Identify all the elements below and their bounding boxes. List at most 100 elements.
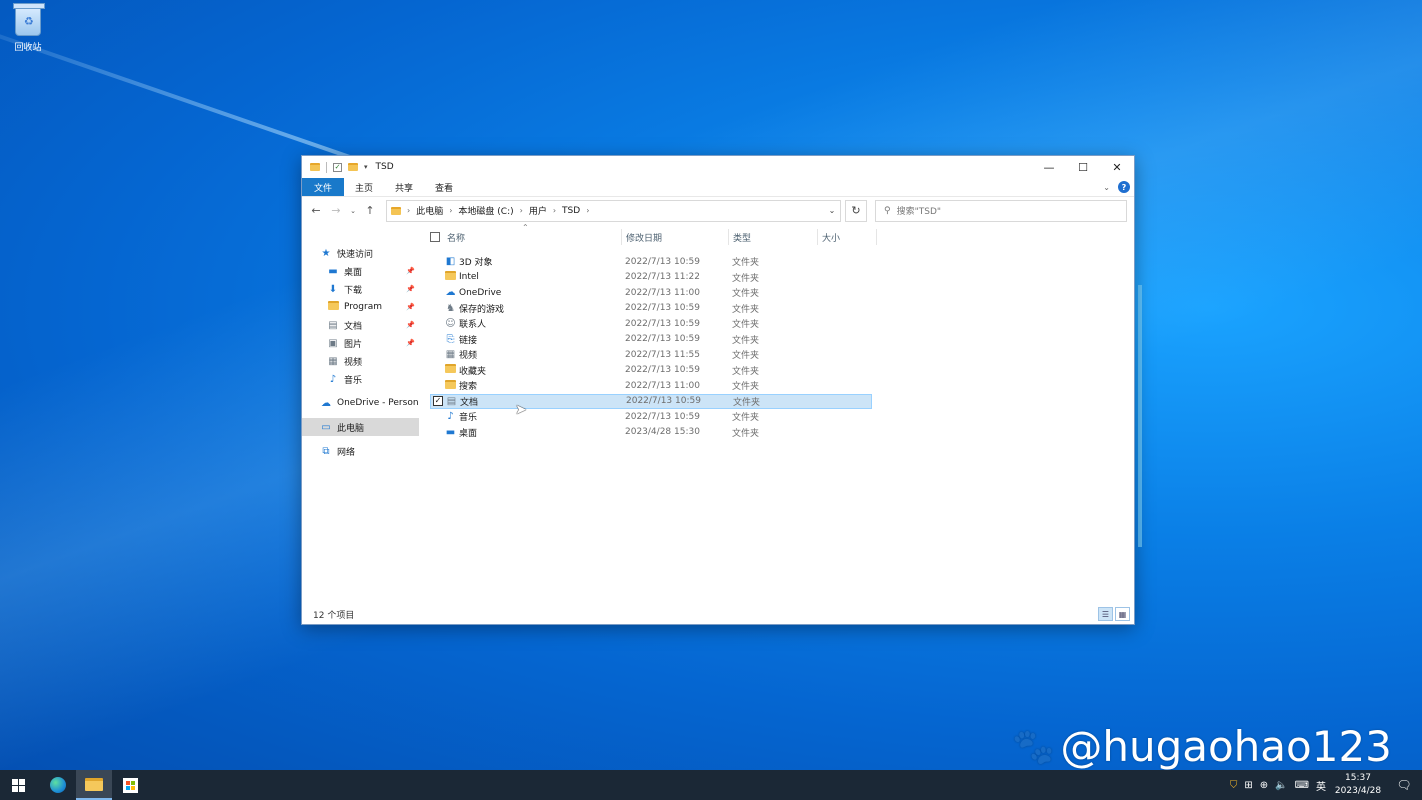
table-row[interactable]: Intel 2022/7/13 11:22 文件夹 bbox=[430, 270, 872, 286]
file-name: Intel bbox=[459, 272, 479, 283]
cloud-icon: ☁ bbox=[445, 287, 456, 299]
clock[interactable]: 15:37 2023/4/28 bbox=[1333, 772, 1383, 798]
start-button[interactable] bbox=[0, 770, 36, 800]
taskbar-store-button[interactable] bbox=[112, 770, 148, 800]
refresh-button[interactable]: ↻ bbox=[845, 199, 867, 222]
breadcrumb-separator[interactable]: › bbox=[520, 206, 523, 215]
help-icon[interactable]: ? bbox=[1118, 181, 1130, 193]
folder-icon bbox=[391, 206, 401, 215]
nav-item-downloads[interactable]: ⬇ 下载 📌 bbox=[302, 280, 419, 298]
breadcrumb-separator[interactable]: › bbox=[449, 206, 452, 215]
breadcrumb-separator[interactable]: › bbox=[407, 206, 410, 215]
nav-item-label: 网络 bbox=[337, 447, 356, 458]
address-dropdown-icon[interactable]: ⌄ bbox=[824, 206, 840, 215]
recent-locations-button[interactable]: ⌄ bbox=[348, 207, 358, 215]
column-divider[interactable] bbox=[817, 229, 818, 245]
breadcrumb-separator[interactable]: › bbox=[553, 206, 556, 215]
nav-item-quick-access[interactable]: ★ 快速访问 bbox=[302, 244, 419, 262]
volume-icon[interactable]: 🔈 bbox=[1275, 780, 1287, 791]
tab-share[interactable]: 共享 bbox=[384, 178, 424, 196]
breadcrumb-local-disk[interactable]: 本地磁盘 (C:) bbox=[458, 204, 513, 217]
tab-file[interactable]: 文件 bbox=[302, 178, 345, 196]
table-row[interactable]: ⎘ 链接 2022/7/13 10:59 文件夹 bbox=[430, 332, 872, 348]
ime-indicator[interactable]: 英 bbox=[1316, 778, 1326, 793]
nav-item-pictures[interactable]: ▣ 图片 📌 bbox=[302, 334, 419, 352]
table-row[interactable]: ▬ 桌面 2023/4/28 15:30 文件夹 bbox=[430, 425, 872, 441]
column-type[interactable]: 类型 bbox=[733, 231, 751, 244]
security-shield-icon[interactable]: ⛉ bbox=[1230, 780, 1238, 791]
taskbar-file-explorer-button[interactable] bbox=[76, 770, 112, 800]
tab-view[interactable]: 查看 bbox=[424, 178, 464, 196]
table-row[interactable]: ▦ 视频 2022/7/13 11:55 文件夹 bbox=[430, 347, 872, 363]
row-checkbox-checked[interactable]: ✓ bbox=[433, 396, 443, 407]
file-type: 文件夹 bbox=[732, 304, 760, 315]
nav-item-label: 文档 bbox=[344, 321, 363, 332]
desktop-icon-recycle-bin[interactable]: ♻ 回收站 bbox=[8, 3, 48, 53]
saved-games-icon: ♞ bbox=[446, 302, 455, 314]
nav-item-this-pc[interactable]: ▭ 此电脑 bbox=[302, 418, 419, 436]
file-date: 2022/7/13 10:59 bbox=[625, 411, 700, 422]
select-all-checkbox[interactable] bbox=[430, 232, 440, 242]
forward-button[interactable]: → bbox=[328, 204, 344, 217]
keyboard-icon[interactable]: ⌨ bbox=[1295, 780, 1309, 791]
desktop-icon: ▬ bbox=[328, 265, 338, 277]
close-button[interactable]: ✕ bbox=[1100, 156, 1134, 178]
table-row-selected[interactable]: ✓ ▤ 文档 2022/7/13 10:59 文件夹 bbox=[430, 393, 872, 409]
file-name: 搜索 bbox=[459, 382, 478, 393]
address-bar[interactable]: › 此电脑 › 本地磁盘 (C:) › 用户 › TSD › ⌄ bbox=[386, 199, 841, 222]
up-button[interactable]: ↑ bbox=[362, 204, 378, 217]
nav-item-documents[interactable]: ▤ 文档 📌 bbox=[302, 316, 419, 334]
links-icon: ⎘ bbox=[446, 333, 455, 345]
file-type: 文件夹 bbox=[732, 428, 760, 439]
column-size[interactable]: 大小 bbox=[822, 231, 840, 244]
notification-icon[interactable]: 🗨 bbox=[1390, 778, 1418, 792]
table-row[interactable]: ♞ 保存的游戏 2022/7/13 10:59 文件夹 bbox=[430, 301, 872, 317]
nav-item-label: 此电脑 bbox=[337, 423, 365, 434]
column-name[interactable]: 名称 bbox=[447, 231, 465, 244]
explorer-body: ★ 快速访问 ▬ 桌面 📌 ⬇ 下载 📌 Program 📌 ▤ 文档 📌 ▣ … bbox=[302, 223, 1134, 604]
table-row[interactable]: ♪ 音乐 2022/7/13 10:59 文件夹 bbox=[430, 409, 872, 425]
search-input[interactable]: ⚲ 搜索"TSD" bbox=[875, 199, 1127, 222]
nav-item-program[interactable]: Program 📌 bbox=[302, 298, 419, 316]
nav-item-network[interactable]: ⧉ 网络 bbox=[302, 442, 419, 460]
file-date: 2022/7/13 10:59 bbox=[625, 318, 700, 329]
table-row[interactable]: ☁ OneDrive 2022/7/13 11:00 文件夹 bbox=[430, 285, 872, 301]
table-row[interactable]: ◧ 3D 对象 2022/7/13 10:59 文件夹 bbox=[430, 254, 872, 270]
properties-icon[interactable]: ✓ bbox=[333, 162, 342, 172]
tab-home[interactable]: 主页 bbox=[344, 178, 384, 196]
nav-item-videos[interactable]: ▦ 视频 bbox=[302, 352, 419, 370]
table-row[interactable]: 搜索 2022/7/13 11:00 文件夹 bbox=[430, 378, 872, 394]
column-divider[interactable] bbox=[728, 229, 729, 245]
column-divider[interactable] bbox=[876, 229, 877, 245]
item-count: 12 个项目 bbox=[313, 610, 355, 621]
breadcrumb-separator[interactable]: › bbox=[586, 206, 589, 215]
file-type: 文件夹 bbox=[732, 366, 760, 377]
new-folder-icon[interactable] bbox=[348, 163, 358, 171]
nav-item-music[interactable]: ♪ 音乐 bbox=[302, 370, 419, 388]
details-view-icon[interactable]: ☰ bbox=[1098, 607, 1113, 621]
column-divider[interactable] bbox=[621, 229, 622, 245]
download-icon: ⬇ bbox=[328, 283, 338, 295]
nav-item-desktop[interactable]: ▬ 桌面 📌 bbox=[302, 262, 419, 280]
maximize-button[interactable]: ☐ bbox=[1066, 156, 1100, 178]
breadcrumb-this-pc[interactable]: 此电脑 bbox=[416, 204, 443, 217]
customize-toolbar-arrow-icon[interactable]: ▾ bbox=[364, 163, 368, 171]
breadcrumb-users[interactable]: 用户 bbox=[529, 204, 547, 217]
file-name: 音乐 bbox=[459, 413, 478, 424]
taskbar-edge-button[interactable] bbox=[40, 770, 76, 800]
title-bar[interactable]: ✓ ▾ TSD — ☐ ✕ bbox=[302, 156, 1134, 178]
file-name: 链接 bbox=[459, 335, 478, 346]
column-date-modified[interactable]: 修改日期 bbox=[626, 231, 662, 244]
store-icon bbox=[122, 777, 138, 793]
network-globe-icon[interactable]: ⊕ bbox=[1260, 780, 1268, 791]
folder-icon bbox=[310, 163, 320, 171]
expand-ribbon-chevron-icon[interactable]: ⌄ bbox=[1103, 183, 1110, 192]
back-button[interactable]: ← bbox=[308, 204, 324, 217]
table-row[interactable]: 收藏夹 2022/7/13 10:59 文件夹 bbox=[430, 363, 872, 379]
table-row[interactable]: ☺ 联系人 2022/7/13 10:59 文件夹 bbox=[430, 316, 872, 332]
windows-update-icon[interactable]: ⊞ bbox=[1244, 780, 1252, 791]
nav-item-onedrive[interactable]: ☁ OneDrive - Persona bbox=[302, 394, 419, 412]
large-icons-view-icon[interactable]: ▦ bbox=[1115, 607, 1130, 621]
minimize-button[interactable]: — bbox=[1032, 156, 1066, 178]
breadcrumb-tsd[interactable]: TSD bbox=[562, 206, 580, 216]
